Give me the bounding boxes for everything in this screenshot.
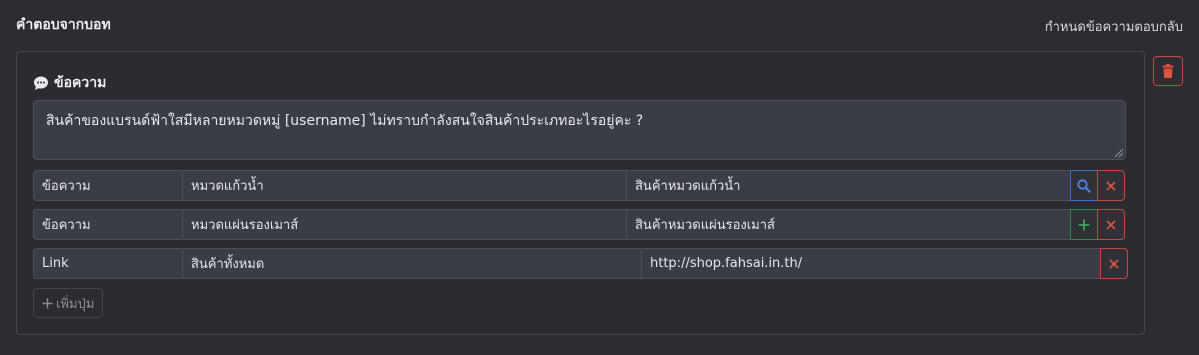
button-row: ข้อความ หมวดแผ่นรองเมาส์ สินค้าหมวดแผ่นร… (33, 209, 1128, 240)
add-button-label: เพิ่มปุ่ม (56, 296, 95, 312)
message-text: สินค้าของแบรนด์ฟ้าใสมีหลายหมวดหมู่ [user… (46, 113, 644, 129)
button-label-input[interactable]: หมวดแผ่นรองเมาส์ (182, 209, 627, 240)
message-card: ข้อความ สินค้าของแบรนด์ฟ้าใสมีหลายหมวดหม… (16, 51, 1145, 335)
remove-button[interactable] (1097, 209, 1125, 240)
button-type-select[interactable]: ข้อความ (33, 209, 183, 240)
button-type-select[interactable]: ข้อความ (33, 170, 183, 201)
trash-icon (1162, 64, 1174, 78)
chat-bubble-icon (34, 76, 48, 90)
add-button[interactable]: เพิ่มปุ่ม (33, 288, 104, 318)
close-icon (1106, 219, 1116, 230)
plus-icon (1078, 219, 1090, 230)
button-row: ข้อความ หมวดแก้วน้ำ สินค้าหมวดแก้วน้ำ (33, 170, 1128, 201)
remove-button[interactable] (1100, 248, 1128, 279)
add-sub-button[interactable] (1070, 209, 1098, 240)
button-url-input[interactable]: http://shop.fahsai.in.th/ (641, 248, 1101, 279)
button-value-input[interactable]: สินค้าหมวดแผ่นรองเมาส์ (626, 209, 1071, 240)
resize-handle[interactable] (1115, 149, 1123, 157)
button-type-select[interactable]: Link (33, 248, 183, 279)
reply-settings-link[interactable]: กำหนดข้อความตอบกลับ (1045, 16, 1183, 37)
plus-icon (42, 297, 53, 309)
card-title-label: ข้อความ (54, 75, 107, 91)
button-row: Link สินค้าทั้งหมด http://shop.fahsai.in… (33, 248, 1128, 279)
button-label-input[interactable]: สินค้าทั้งหมด (182, 248, 642, 279)
message-textarea[interactable]: สินค้าของแบรนด์ฟ้าใสมีหลายหมวดหมู่ [user… (33, 100, 1126, 160)
button-value-input[interactable]: สินค้าหมวดแก้วน้ำ (626, 170, 1071, 201)
button-label-input[interactable]: หมวดแก้วน้ำ (182, 170, 627, 201)
card-title: ข้อความ (33, 72, 106, 94)
search-icon (1077, 178, 1091, 193)
remove-button[interactable] (1097, 170, 1125, 201)
close-icon (1109, 258, 1119, 269)
close-icon (1106, 180, 1116, 191)
search-button[interactable] (1070, 170, 1098, 201)
section-title: คำตอบจากบอท (16, 17, 111, 33)
delete-card-button[interactable] (1153, 56, 1183, 86)
